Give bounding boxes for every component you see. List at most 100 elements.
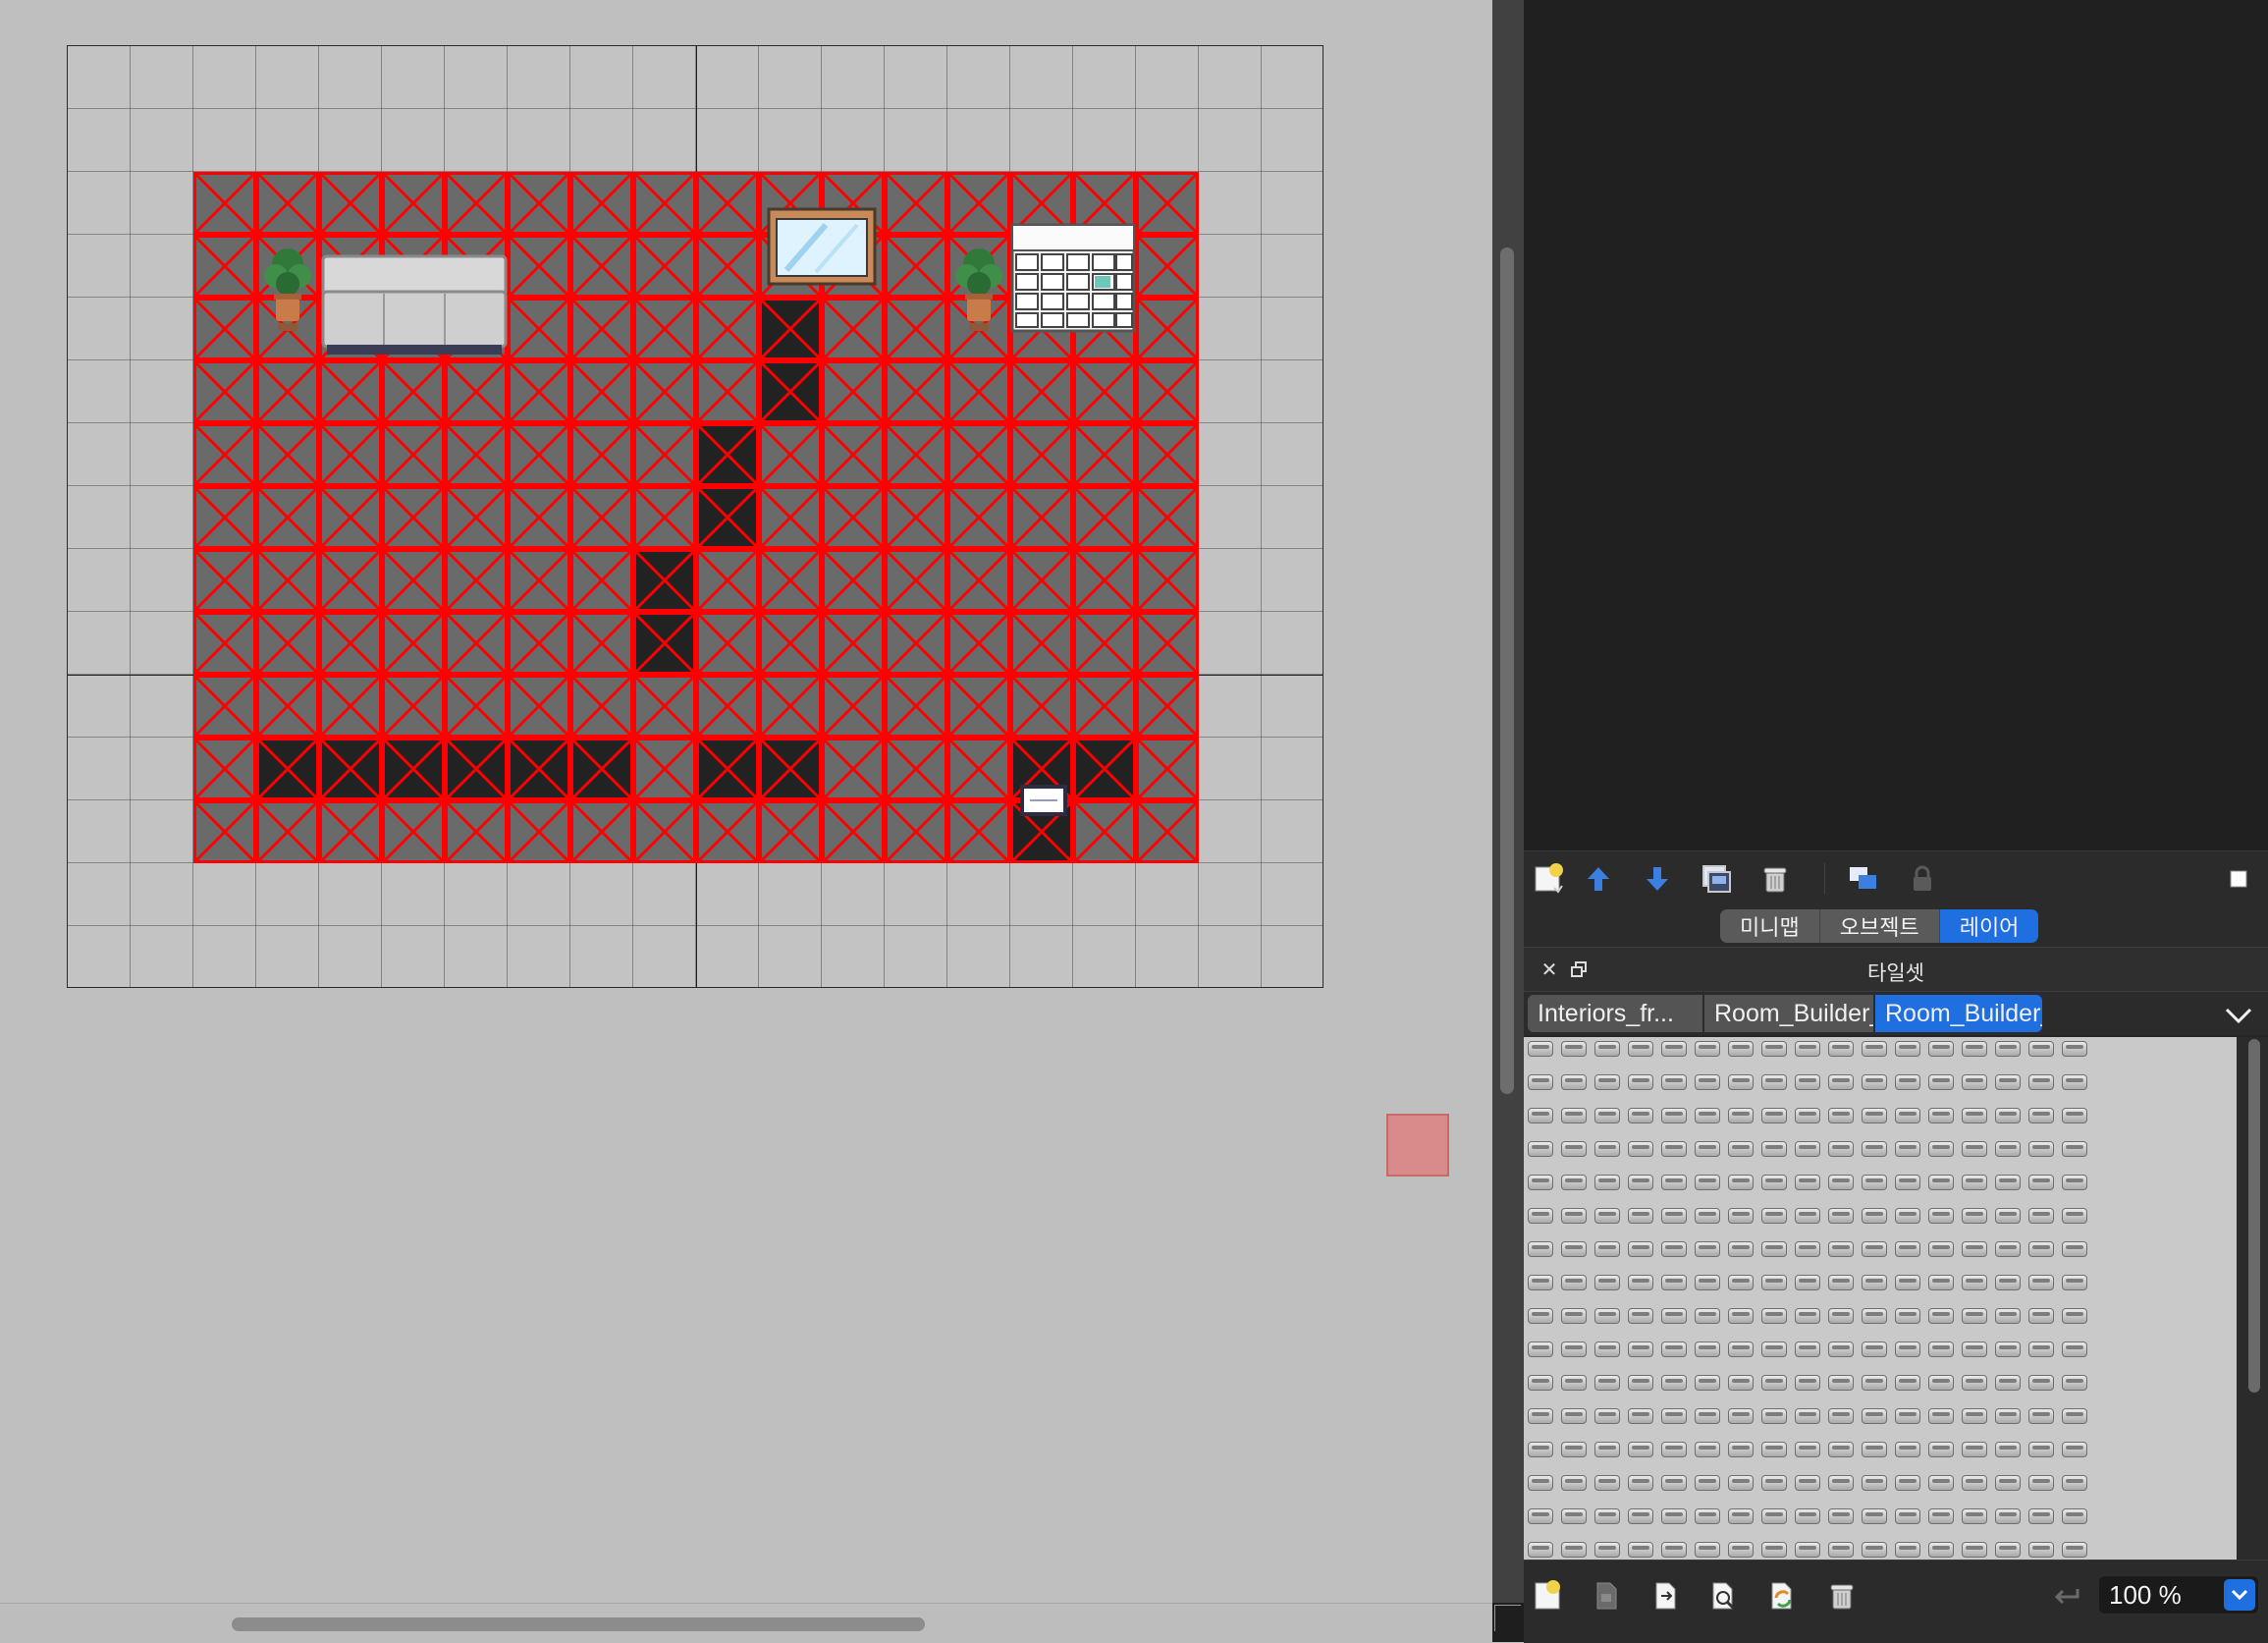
tile-map[interactable] [67, 45, 1323, 988]
collision-tile[interactable] [570, 235, 633, 298]
tileset-tab-room-builder-2[interactable]: Room_Builder_fr... [1875, 995, 2042, 1032]
tileset-tile[interactable] [1561, 1175, 1587, 1190]
collision-tile[interactable] [508, 738, 570, 800]
collision-tile[interactable] [885, 423, 947, 486]
tileset-tab-room-builder-1[interactable]: Room_Builder_fr... [1704, 995, 1873, 1032]
tileset-tile[interactable] [1628, 1141, 1653, 1157]
collision-tile[interactable] [445, 172, 508, 235]
tileset-tile[interactable] [1761, 1375, 1787, 1391]
tileset-tile[interactable] [1895, 1208, 1920, 1224]
collision-tile[interactable] [570, 486, 633, 549]
collision-tile[interactable] [633, 800, 696, 863]
collision-tile[interactable] [822, 800, 885, 863]
tileset-tile[interactable] [1862, 1208, 1887, 1224]
tileset-tab-interiors[interactable]: Interiors_fr... [1528, 995, 1702, 1032]
tileset-tile[interactable] [1928, 1241, 1954, 1257]
collision-tile[interactable] [1073, 800, 1136, 863]
tileset-tile[interactable] [1695, 1408, 1720, 1424]
tileset-tile[interactable] [1895, 1442, 1920, 1457]
tileset-tile[interactable] [1795, 1508, 1820, 1524]
tileset-tile[interactable] [1628, 1342, 1653, 1357]
tileset-grid[interactable] [1524, 1037, 2237, 1560]
chevron-down-icon[interactable] [2224, 1579, 2255, 1611]
collision-tile[interactable] [885, 298, 947, 360]
tileset-tile[interactable] [1895, 1275, 1920, 1290]
collision-tile[interactable] [256, 360, 319, 423]
collision-tile[interactable] [696, 549, 759, 612]
tileset-tile[interactable] [1995, 1241, 2021, 1257]
tileset-tile[interactable] [1628, 1074, 1653, 1090]
tileset-tile[interactable] [1928, 1475, 1954, 1491]
tileset-tile[interactable] [1895, 1141, 1920, 1157]
tileset-tile[interactable] [1962, 1074, 1987, 1090]
tileset-tile[interactable] [1928, 1074, 1954, 1090]
tileset-tile[interactable] [1828, 1342, 1854, 1357]
tileset-tile[interactable] [1695, 1241, 1720, 1257]
tileset-tile[interactable] [1928, 1375, 1954, 1391]
collision-tile[interactable] [570, 738, 633, 800]
export-tileset-icon[interactable] [1646, 1578, 1685, 1614]
tileset-tile[interactable] [1628, 1108, 1653, 1123]
tileset-tile[interactable] [1995, 1375, 2021, 1391]
tileset-tile[interactable] [1862, 1141, 1887, 1157]
delete-layer-icon[interactable] [1755, 861, 1795, 897]
tileset-tile[interactable] [2028, 1408, 2054, 1424]
tileset-tile[interactable] [1761, 1275, 1787, 1290]
tileset-tile[interactable] [1561, 1408, 1587, 1424]
collision-tile[interactable] [947, 800, 1010, 863]
tileset-tile[interactable] [1928, 1275, 1954, 1290]
collision-tile[interactable] [885, 486, 947, 549]
tileset-tile[interactable] [1528, 1141, 1553, 1157]
new-layer-icon[interactable] [1530, 861, 1569, 897]
tileset-tile[interactable] [1795, 1175, 1820, 1190]
tileset-tile[interactable] [1995, 1342, 2021, 1357]
tileset-tile[interactable] [1795, 1141, 1820, 1157]
map-canvas[interactable] [0, 0, 1492, 1603]
toggle-visibility-icon[interactable] [1844, 861, 1883, 897]
tileset-tile[interactable] [1962, 1208, 1987, 1224]
collision-tile[interactable] [193, 235, 256, 298]
collision-tile[interactable] [382, 172, 445, 235]
tileset-tile[interactable] [1795, 1308, 1820, 1324]
tileset-tile[interactable] [1828, 1308, 1854, 1324]
tileset-tile[interactable] [1795, 1208, 1820, 1224]
tileset-tile[interactable] [1761, 1542, 1787, 1558]
tileset-tile[interactable] [1628, 1275, 1653, 1290]
collision-tile[interactable] [885, 738, 947, 800]
tileset-tile[interactable] [1661, 1375, 1687, 1391]
collision-tile[interactable] [633, 423, 696, 486]
tileset-tile[interactable] [1561, 1442, 1587, 1457]
vertical-scrollbar[interactable] [1492, 0, 1524, 1603]
tileset-tile[interactable] [1561, 1041, 1587, 1057]
tileset-tile[interactable] [1828, 1141, 1854, 1157]
tileset-tile[interactable] [2062, 1342, 2087, 1357]
collision-tile[interactable] [256, 612, 319, 675]
collision-tile[interactable] [633, 612, 696, 675]
tileset-tile[interactable] [1862, 1074, 1887, 1090]
tileset-tile[interactable] [1594, 1275, 1620, 1290]
collision-tile[interactable] [633, 360, 696, 423]
collision-tile[interactable] [382, 360, 445, 423]
tileset-tile[interactable] [1862, 1108, 1887, 1123]
collision-tile[interactable] [256, 486, 319, 549]
tileset-tile[interactable] [2028, 1074, 2054, 1090]
scrollbar-thumb[interactable] [2248, 1039, 2260, 1393]
duplicate-layer-icon[interactable] [1697, 861, 1736, 897]
tileset-tile[interactable] [1728, 1141, 1754, 1157]
tileset-tile[interactable] [1962, 1542, 1987, 1558]
collapse-icon[interactable] [2219, 861, 2258, 897]
tileset-tile[interactable] [1661, 1408, 1687, 1424]
collision-tile[interactable] [1010, 486, 1073, 549]
tileset-tile[interactable] [1995, 1208, 2021, 1224]
collision-tile[interactable] [256, 675, 319, 738]
tileset-properties-icon[interactable] [1704, 1578, 1744, 1614]
collision-tile[interactable] [193, 360, 256, 423]
tileset-tile[interactable] [1594, 1542, 1620, 1558]
collision-tile[interactable] [1136, 612, 1199, 675]
collision-tile[interactable] [570, 360, 633, 423]
tileset-tile[interactable] [1795, 1442, 1820, 1457]
tileset-tile[interactable] [1728, 1408, 1754, 1424]
tileset-tile[interactable] [2028, 1508, 2054, 1524]
tileset-tile[interactable] [1695, 1475, 1720, 1491]
tileset-tile[interactable] [1594, 1342, 1620, 1357]
